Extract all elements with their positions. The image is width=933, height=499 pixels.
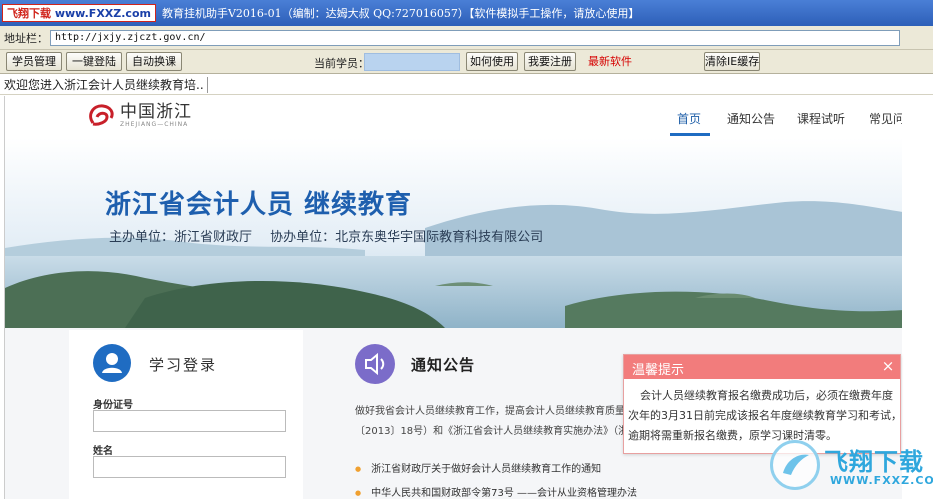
- login-panel: 学习登录 身份证号 姓名: [69, 330, 303, 499]
- latest-software-link[interactable]: 最新软件: [582, 52, 638, 71]
- window-title: 教育挂机助手V2016-01（编制：达姆大叔 QQ:727016057）【软件模…: [161, 7, 640, 20]
- user-icon: [93, 344, 131, 382]
- watermark-site: 飞翔下载: [7, 7, 51, 20]
- name-input[interactable]: [93, 456, 286, 478]
- status-line: 欢迎您进入浙江会计人员继续教育培..: [0, 75, 933, 95]
- id-number-input[interactable]: [93, 410, 286, 432]
- how-to-use-button[interactable]: 如何使用: [466, 52, 518, 71]
- notice-body-line-1: 做好我省会计人员继续教育工作，提高会计人员继续教育质量，: [355, 406, 635, 417]
- popup-text-line: 次年的3月31日前完成该报名年度继续教育学习和考试，: [628, 409, 902, 422]
- address-bar: 地址栏： http://jxjy.zjczt.gov.cn/: [0, 26, 933, 50]
- popup-title: 温馨提示: [632, 363, 685, 378]
- close-icon[interactable]: ×: [880, 357, 896, 375]
- register-button[interactable]: 我要注册: [524, 52, 576, 71]
- student-manage-button[interactable]: 学员管理: [6, 52, 62, 71]
- logo-cn: 中国浙江: [120, 102, 192, 122]
- banner-subtitle: 主办单位：浙江省财政厅 协办单位：北京东奥华宇国际教育科技有限公司: [109, 226, 557, 245]
- watermark-en: WWW.FXXZ.COM: [830, 474, 933, 487]
- nav-faq[interactable]: 常见问: [869, 110, 902, 127]
- toolbar: 学员管理 一键登陆 自动换课 当前学员： 如何使用 我要注册 最新软件 清除IE…: [0, 50, 933, 74]
- site-logo[interactable]: 中国浙江 ZHEJIANG—CHINA: [87, 103, 192, 129]
- name-label: 姓名: [93, 446, 113, 457]
- notice-item[interactable]: 浙江省财政厅关于做好会计人员继续教育工作的通知: [355, 460, 601, 475]
- current-student-field[interactable]: [364, 53, 460, 71]
- reminder-popup: 温馨提示 × 会计人员继续教育报名缴费成功后，必须在缴费年度 次年的3月31日前…: [623, 354, 902, 454]
- logo-mark-icon: [87, 103, 117, 129]
- nav-course-preview[interactable]: 课程试听: [797, 110, 845, 127]
- banner-title: 浙江省会计人员 继续教育: [105, 190, 413, 220]
- popup-header: 温馨提示 ×: [624, 355, 900, 379]
- host-org: 主办单位：浙江省财政厅: [109, 230, 253, 245]
- popup-text-line: 会计人员继续教育报名缴费成功后，必须在缴费年度: [640, 389, 893, 402]
- logo-en: ZHEJIANG—CHINA: [120, 121, 189, 128]
- watermark-url: www.FXXZ.com: [54, 7, 151, 20]
- speaker-icon: [355, 344, 395, 384]
- app-window: 飞翔下载 www.FXXZ.com 教育挂机助手V2016-01（编制：达姆大叔…: [0, 0, 933, 499]
- title-bar: 飞翔下载 www.FXXZ.com 教育挂机助手V2016-01（编制：达姆大叔…: [0, 0, 933, 26]
- clear-ie-cache-button[interactable]: 清除IE缓存: [704, 52, 760, 71]
- nav-notices[interactable]: 通知公告: [727, 110, 775, 127]
- address-label: 地址栏：: [4, 31, 48, 45]
- notice-title: 通知公告: [411, 356, 476, 374]
- site-header: 中国浙江 ZHEJIANG—CHINA 首页 通知公告 课程试听 常见问: [5, 96, 902, 138]
- watermark-cn: 飞翔下载: [824, 448, 924, 476]
- auto-switch-course-button[interactable]: 自动换课: [126, 52, 182, 71]
- notice-item[interactable]: 中华人民共和国财政部令第73号 ——会计从业资格管理办法: [355, 484, 637, 499]
- corner-watermark: 飞翔下载 WWW.FXXZ.COM: [770, 440, 933, 496]
- co-org: 协办单位：北京东奥华宇国际教育科技有限公司: [270, 230, 544, 245]
- banner: 浙江省会计人员 继续教育 主办单位：浙江省财政厅 协办单位：北京东奥华宇国际教育…: [5, 138, 902, 328]
- watermark-badge: 飞翔下载 www.FXXZ.com: [2, 4, 156, 22]
- current-student-label: 当前学员：: [314, 57, 369, 70]
- nav-active-indicator: [670, 133, 710, 136]
- id-number-label: 身份证号: [93, 400, 133, 411]
- notice-body-line-2: 〔2013〕18号）和《浙江省会计人员继续教育实施办法》（浙财: [355, 426, 639, 437]
- watermark-logo-icon: [770, 440, 820, 490]
- address-input[interactable]: http://jxjy.zjczt.gov.cn/: [50, 29, 900, 46]
- one-click-login-button[interactable]: 一键登陆: [66, 52, 122, 71]
- status-message: 欢迎您进入浙江会计人员继续教育培..: [4, 77, 208, 93]
- nav-home[interactable]: 首页: [677, 110, 701, 127]
- login-title: 学习登录: [149, 356, 218, 374]
